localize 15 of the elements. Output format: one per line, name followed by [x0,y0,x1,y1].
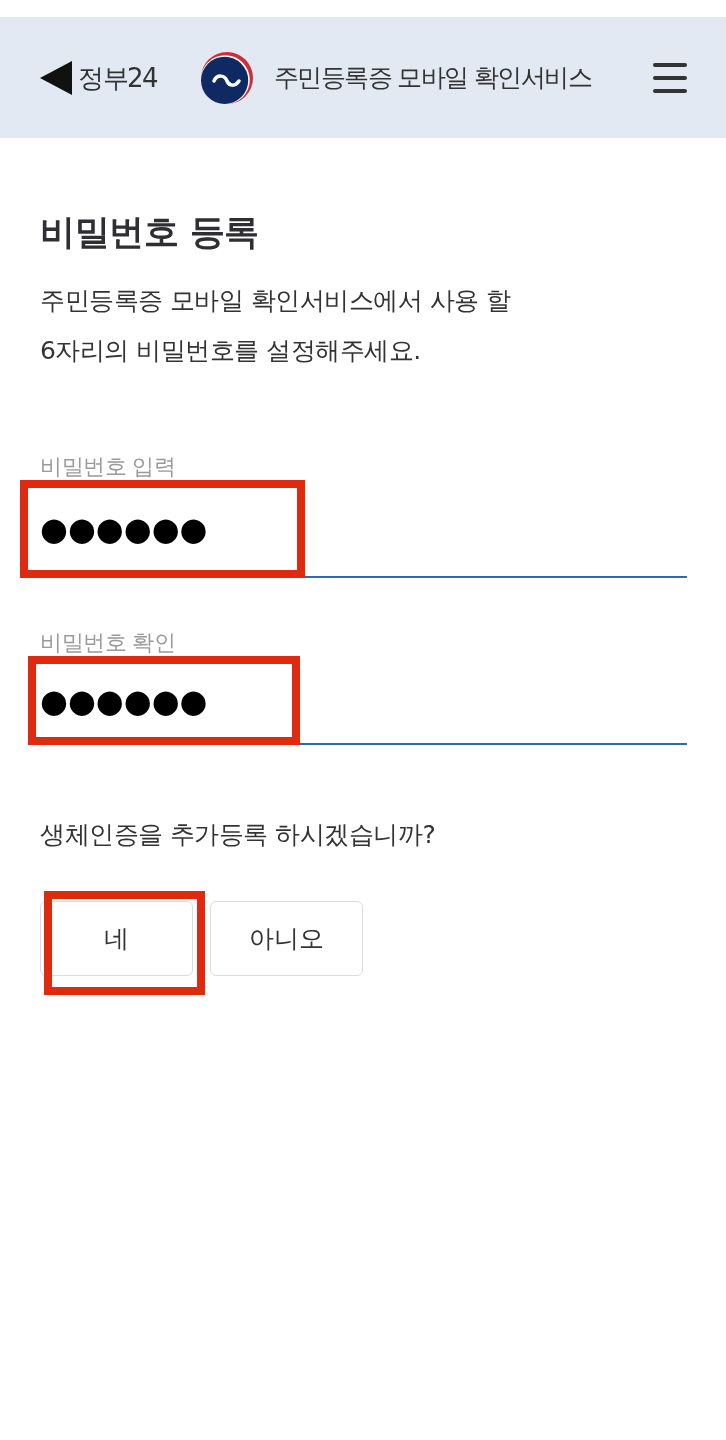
choice-button[interactable]: 네 [40,901,193,976]
password-field[interactable]: ●●●●●● [40,658,687,745]
menu-icon [653,62,687,93]
header-title: 주민등록증 모바일 확인서비스 [274,61,591,94]
emblem-icon [201,51,254,104]
page-heading: 비밀번호 등록 [40,211,259,254]
field-label: 비밀번호 확인 [40,630,176,656]
back-icon [40,60,72,95]
back-button[interactable]: 정부24 [40,60,158,95]
choice-button[interactable]: 아니오 [210,901,363,976]
password-field[interactable]: ●●●●●● [40,482,687,578]
menu-button[interactable] [653,62,687,93]
question-text: 생체인증을 추가등록 하시겠습니까? [40,819,436,851]
field-label: 비밀번호 입력 [40,454,176,480]
description-text: 주민등록증 모바일 확인서비스에서 사용 할 6자리의 비밀번호를 설정해주세요. [40,285,511,367]
